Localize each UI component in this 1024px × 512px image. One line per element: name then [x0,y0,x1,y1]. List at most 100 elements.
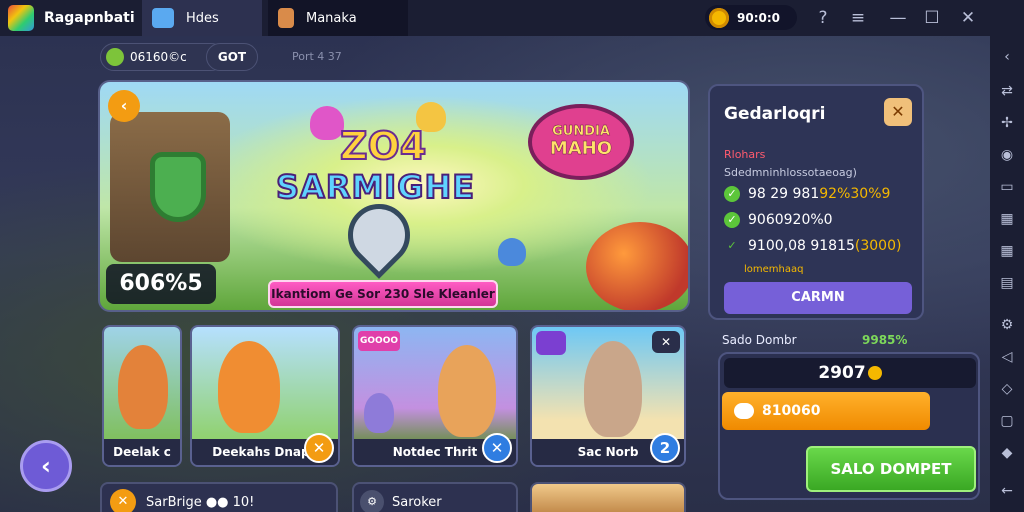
check-item: ✓ 98 29 981 92%30%9 [724,186,890,202]
volume-icon[interactable]: ◁ [998,348,1016,366]
gamepad-icon[interactable]: ✢ [998,114,1016,132]
balance-amount: 2907 [818,363,866,383]
menu-icon[interactable]: ≡ [846,6,870,30]
badge-line2: MAHO [549,138,613,160]
coin-icon [867,366,882,380]
gear-icon: ⚙ [360,490,384,512]
app-logo-icon [8,5,34,31]
tab-label: Hdes [186,10,219,26]
cloud-icon [734,403,754,419]
badge-line1: GUNDIA [552,123,610,139]
bottom-card-label: Saroker [392,494,442,510]
check-icon: ✓ [724,186,740,202]
get-button[interactable]: GOT [206,43,258,71]
gem-icon [106,48,124,66]
adventurer-art [584,341,642,437]
hero-character-art [438,345,496,437]
camera-icon[interactable]: ◉ [998,146,1016,164]
topup-button[interactable]: 810060 [722,392,930,430]
hero-score: 606%5 [106,264,216,304]
card-tag: GOOOO [358,331,400,351]
game-card[interactable]: Deelak c [102,325,182,467]
back-arrow-icon[interactable]: ← [998,482,1016,500]
check-item: ✓ 9100,08 91815 (3000) [724,238,901,254]
wallet-button[interactable]: SALO DOMPET [806,446,976,492]
settings-icon[interactable]: ⚙ [998,316,1016,334]
breadcrumb: Port 4 37 [292,50,342,63]
monster-art [310,106,344,140]
treasure-pot-art [586,222,688,310]
card-art [104,327,180,443]
panel-description: Sdedmninhlossotaeoag) [724,166,857,179]
panel-subtitle: Rlohars [724,148,766,161]
bottom-card-art[interactable] [530,482,686,512]
check-text: 9060920%0 [748,212,833,228]
layout-icon[interactable]: ‹ [998,48,1016,66]
panel-close-button[interactable]: ✕ [884,98,912,126]
balance-percent: 9985% [862,333,908,347]
balance-amount-display: 2907 [724,358,976,388]
close-icon[interactable]: ✕ [956,6,980,30]
folder-icon[interactable]: ▤ [998,274,1016,292]
tab-manaka[interactable]: Manaka [268,0,408,36]
keyboard-icon[interactable]: ▦ [998,210,1016,228]
maximize-icon[interactable]: ☐ [920,6,944,30]
fox-art [118,345,168,429]
game-card[interactable]: Deekahs Dnape ✕ [190,325,340,467]
check-highlight: 92%30%9 [819,186,891,202]
coin-amount: 90:0:0 [737,10,780,25]
check-icon: ✓ [724,212,740,228]
screen-icon[interactable]: ▭ [998,178,1016,196]
hero-banner[interactable]: ‹ ZO4 SARMIGHE GUNDIA MAHO 606%5 Ikantio… [98,80,690,312]
sidekick-art [364,393,394,433]
chat-icon [536,331,566,355]
bottom-card[interactable]: ⚙ Saroker [352,482,518,512]
tab-hdes[interactable]: Hdes [142,0,262,36]
panel-action-button[interactable]: CARMN [724,282,912,314]
event-badge: GUNDIA MAHO [528,104,634,180]
sync-icon[interactable]: ⇄ [998,82,1016,100]
game-card[interactable]: GOOOO Notdec Thrit ✕ [352,325,518,467]
grid-icon[interactable]: ▦ [998,242,1016,260]
right-toolbar: ‹ ⇄ ✢ ◉ ▭ ▦ ▦ ▤ ⚙ ◁ ◇ ▢ ◆ ← [990,36,1024,512]
card-action-icon[interactable]: ✕ [304,433,334,463]
bolt-icon[interactable]: ◆ [998,444,1016,462]
check-icon: ✓ [727,239,737,252]
hero-logo-text: SARMIGHE [275,167,476,207]
tab-label: Manaka [306,10,357,26]
card-label: Deelak c [104,439,180,465]
balance-label: Sado Dombr [722,333,797,347]
card-badge[interactable]: 2 [650,433,680,463]
info-panel: Gedarloqri ✕ Rlohars Sdedmninhlossotaeoa… [708,84,924,320]
card-art [192,327,338,443]
back-button[interactable]: ‹ [20,440,72,492]
hero-year: ZO4 [339,123,427,169]
balance-chip-text: 06160©c [130,50,187,64]
gem-art [498,238,526,266]
cloud-icon [152,8,174,28]
bottom-card-label: SarBrige ●● 10! [146,494,255,510]
app-title: Ragapnbati [44,10,135,26]
hero-back-button[interactable]: ‹ [108,90,140,122]
expand-icon[interactable]: ◇ [998,380,1016,398]
card-art: ✕ [532,327,684,443]
window-icon[interactable]: ▢ [998,412,1016,430]
check-item: ✓ 9060920%0 [724,212,833,228]
check-highlight: (3000) [854,238,902,254]
fox-art [218,341,280,433]
game-card[interactable]: ✕ Sac Norb 2 [530,325,686,467]
check-text: 9100,08 91815 [748,238,855,254]
panel-title: Gedarloqri [724,104,826,124]
check-text: 98 29 981 [748,186,820,202]
topup-label: 810060 [762,403,821,419]
hero-ribbon[interactable]: Ikantiom Ge Sor 230 Sle Kleanler [268,280,498,308]
coin-counter[interactable]: 90:0:0 [705,5,797,30]
game-icon [278,8,294,28]
shield-icon [150,152,206,222]
card-action-icon[interactable]: ✕ [482,433,512,463]
minimize-icon[interactable]: — [886,6,910,30]
help-icon[interactable]: ? [811,6,835,30]
close-icon[interactable]: ✕ [652,331,680,353]
coin-icon [709,7,729,28]
bottom-card[interactable]: ✕ SarBrige ●● 10! [100,482,338,512]
